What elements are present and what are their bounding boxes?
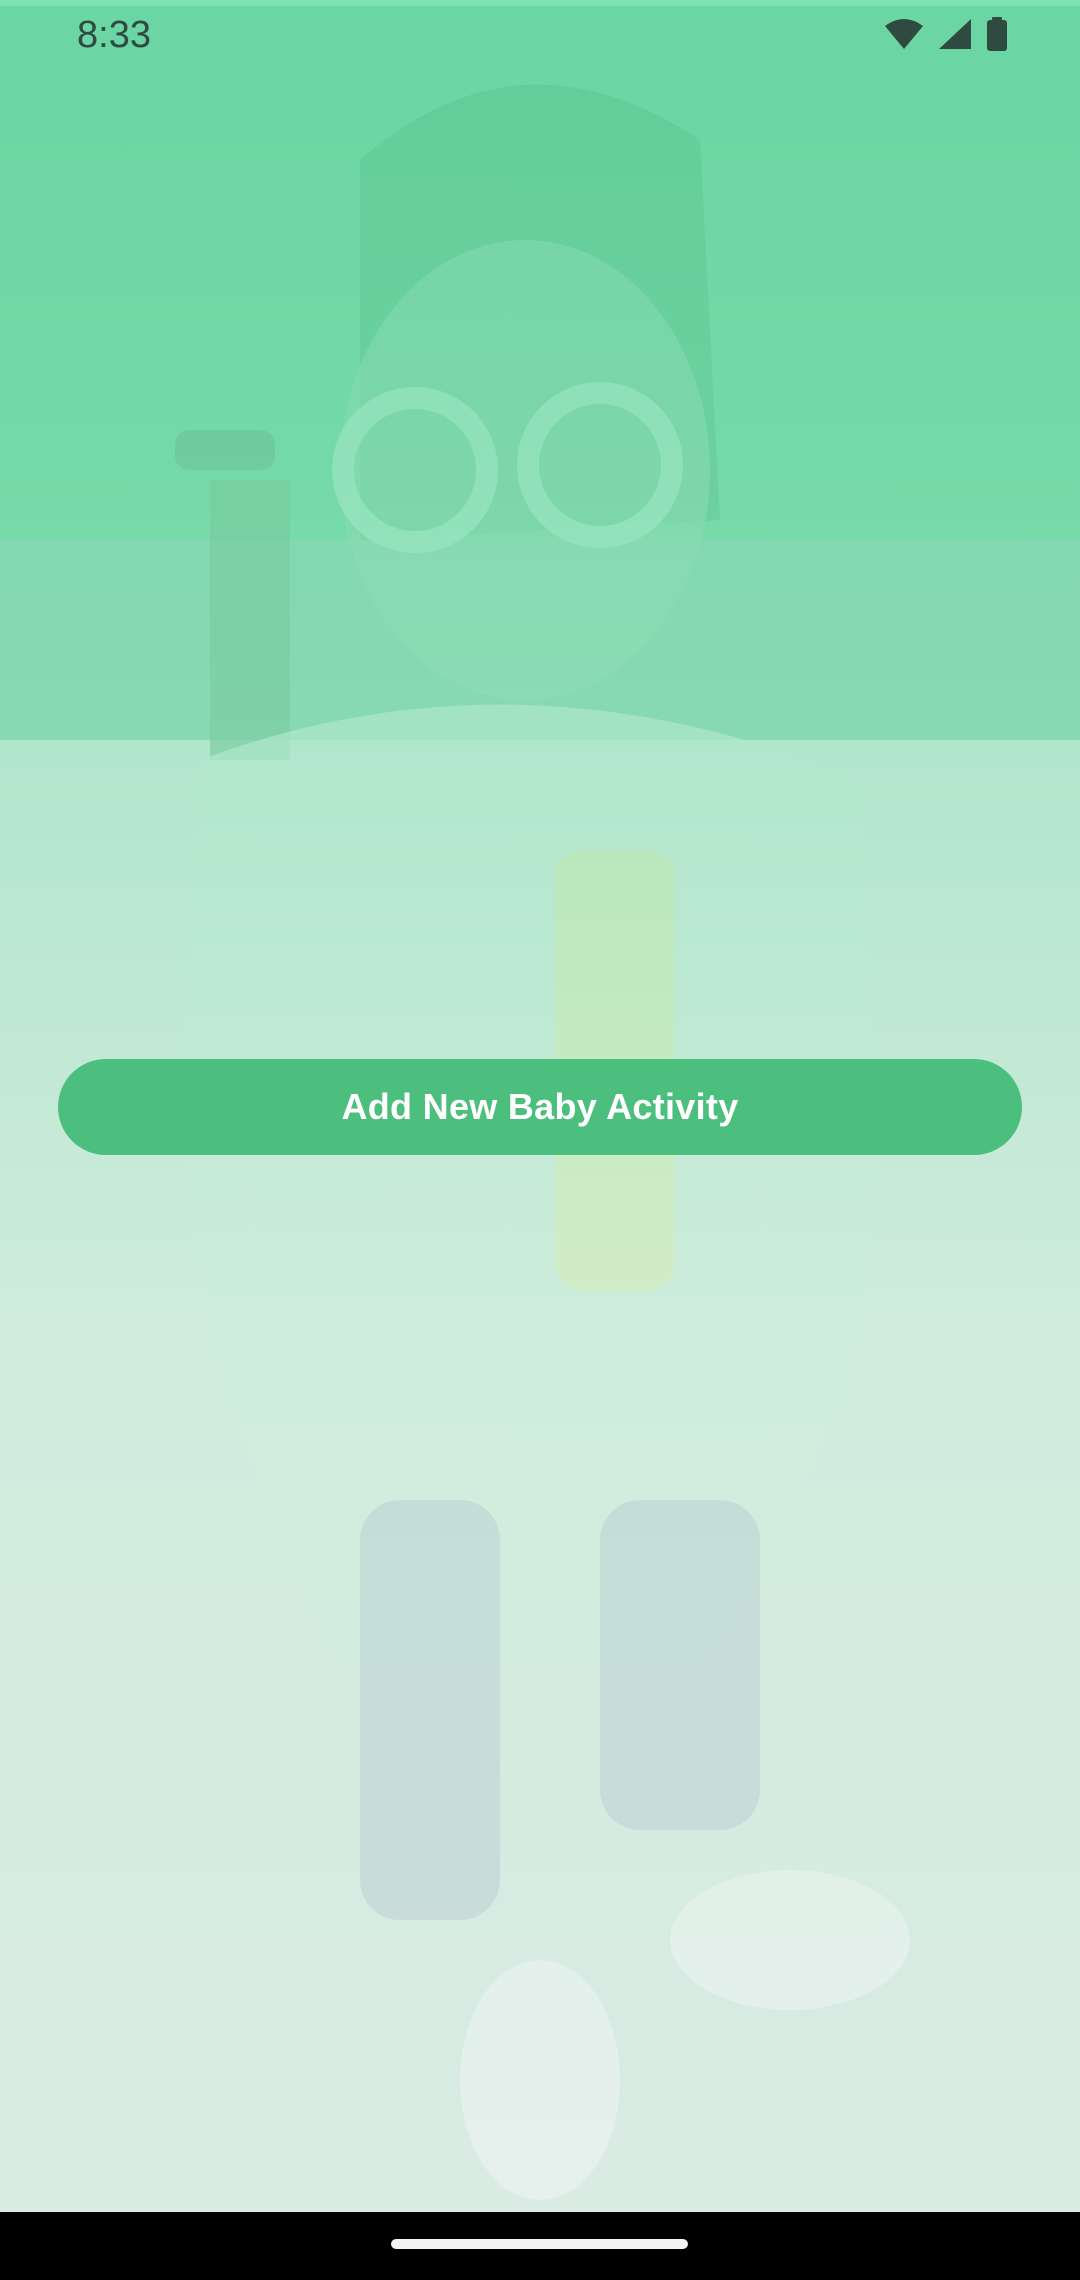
home-gesture-handle[interactable]: [391, 2239, 688, 2249]
status-icons: [884, 16, 1008, 52]
add-new-baby-activity-button[interactable]: Add New Baby Activity: [58, 1059, 1022, 1155]
wifi-icon: [885, 19, 923, 49]
app-screen: 8:33 Add New Baby Activity: [0, 0, 1080, 2280]
cellular-signal-icon: [939, 19, 971, 49]
system-navigation-bar: [0, 2212, 1080, 2280]
status-time: 8:33: [77, 14, 151, 56]
status-bar: 8:33: [0, 0, 1080, 72]
battery-icon: [987, 17, 1007, 51]
